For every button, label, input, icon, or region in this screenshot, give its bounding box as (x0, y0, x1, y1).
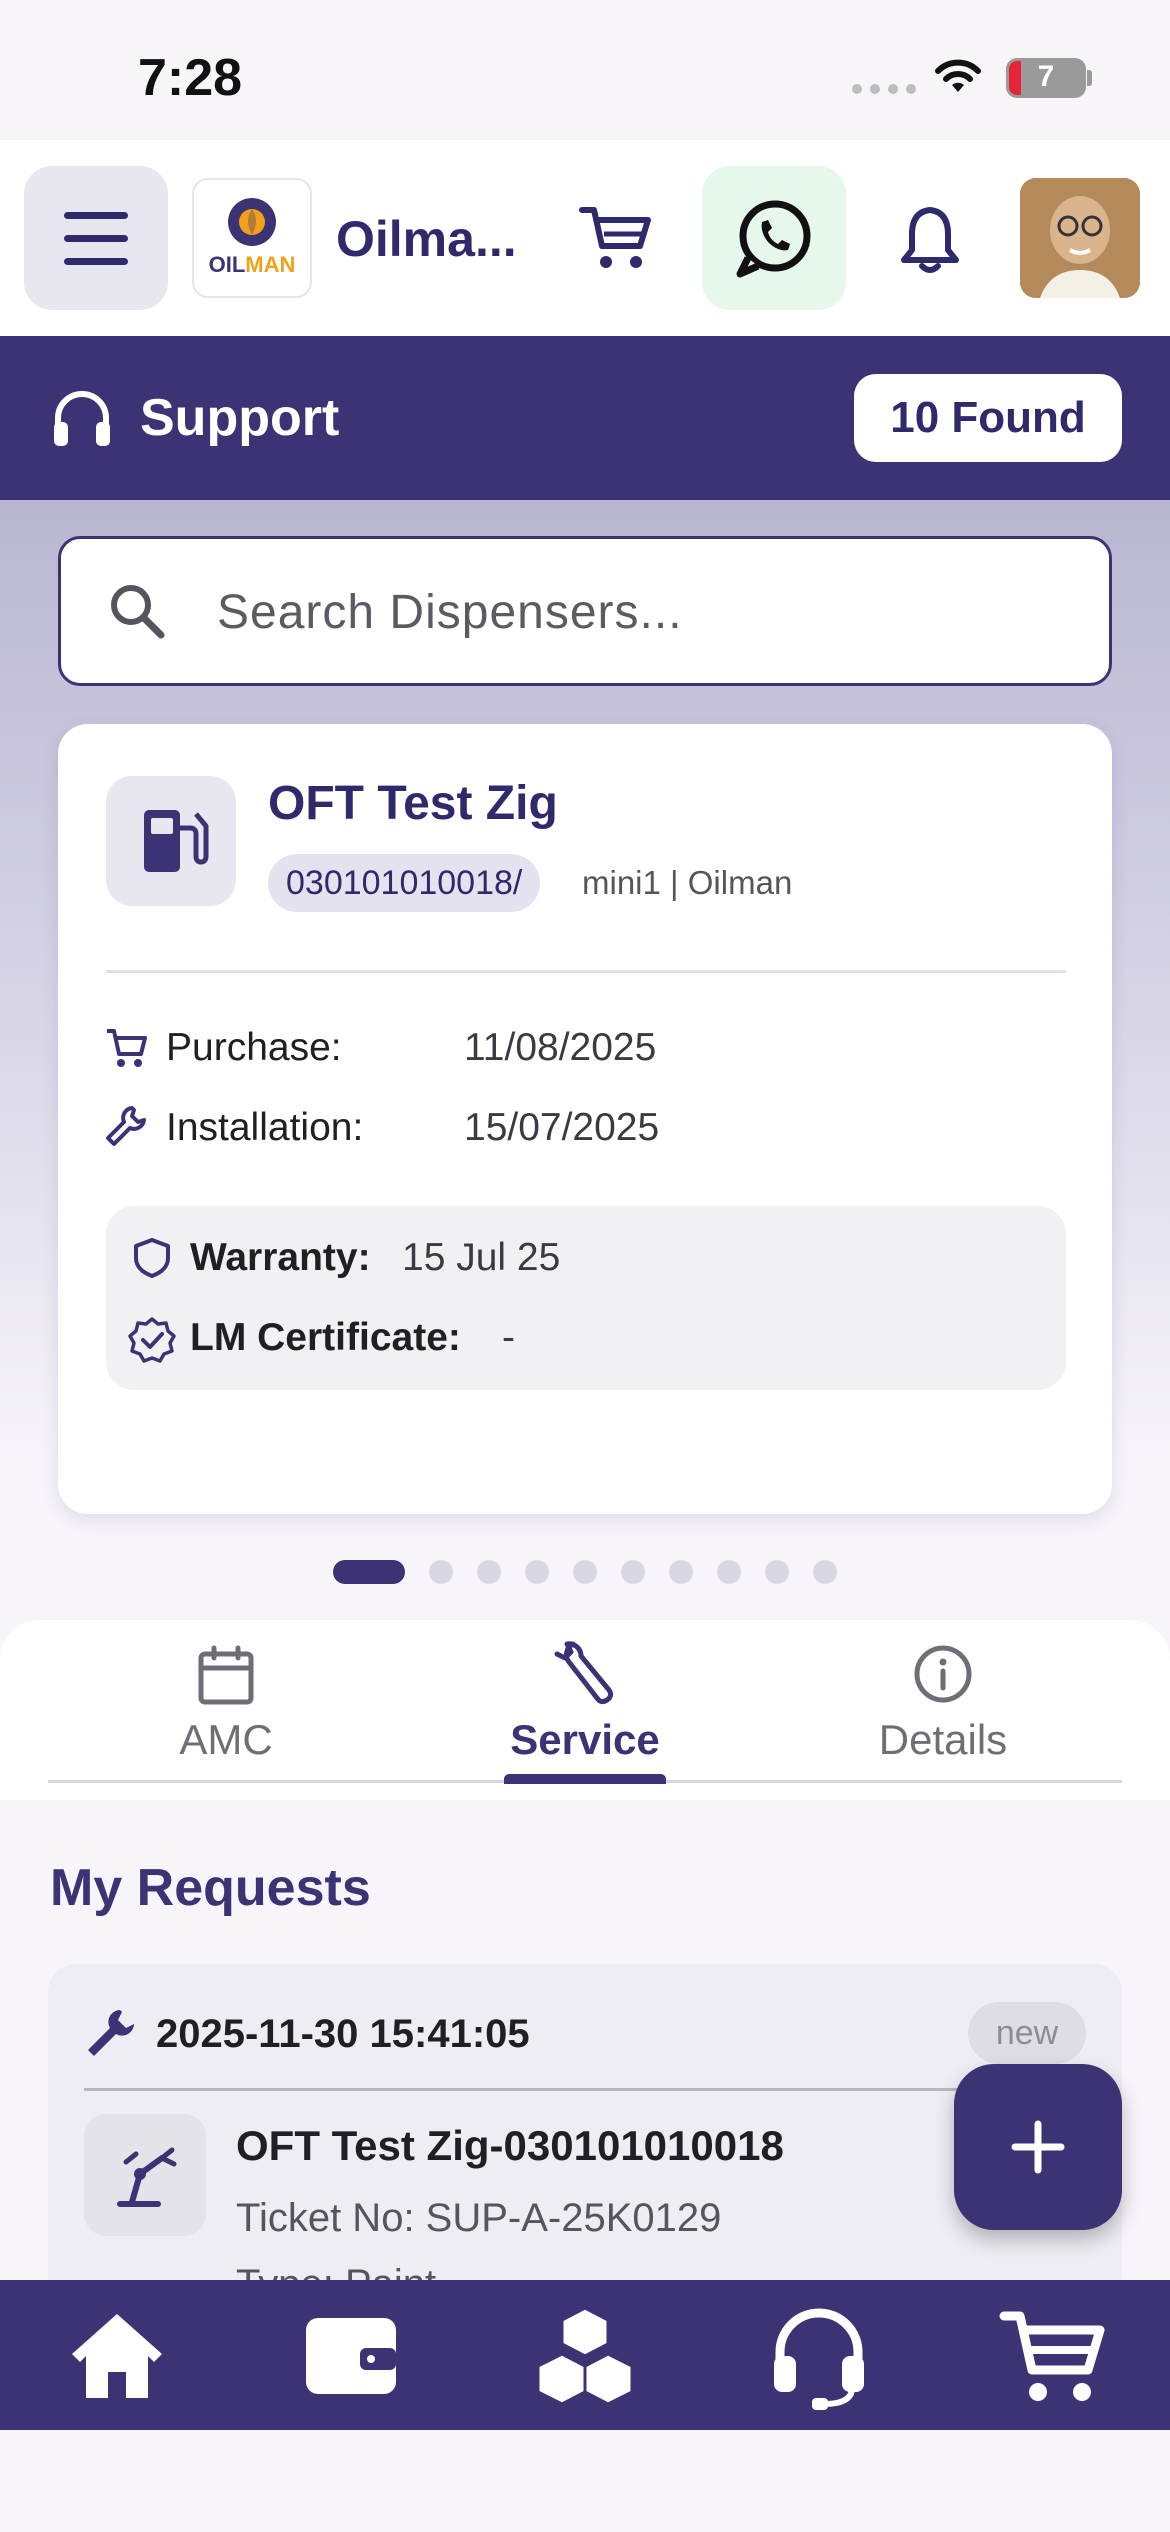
tab-details-label: Details (878, 1716, 1008, 1763)
carousel-pager[interactable] (0, 1560, 1170, 1584)
pager-dot[interactable] (333, 1560, 405, 1584)
lm-certificate-label: LM Certificate: (190, 1316, 461, 1359)
my-requests-title: My Requests (50, 1859, 371, 1917)
purchase-cart-icon (107, 1029, 147, 1067)
cellular-signal-icon (852, 84, 916, 94)
fuel-pump-icon (144, 810, 209, 872)
cart-icon (999, 2311, 1105, 2401)
add-request-button[interactable] (954, 2064, 1122, 2230)
plus-icon (1011, 2120, 1065, 2174)
user-avatar[interactable] (1020, 178, 1140, 298)
headset-icon (54, 391, 110, 446)
tab-service[interactable]: Service (405, 1640, 765, 1780)
menu-button[interactable] (24, 166, 168, 310)
request-ticket: Ticket No: SUP-A-25K0129 (236, 2196, 722, 2240)
pager-dot[interactable] (477, 1560, 501, 1584)
support-title: Support (140, 389, 340, 447)
whatsapp-button[interactable] (702, 166, 846, 310)
active-tab-indicator (504, 1774, 666, 1784)
tab-details[interactable]: Details (763, 1640, 1123, 1780)
brand-name: Oilma... (336, 211, 517, 267)
home-icon (72, 2314, 162, 2398)
wallet-icon (306, 2318, 396, 2394)
pager-dot[interactable] (765, 1560, 789, 1584)
pager-dot[interactable] (525, 1560, 549, 1584)
nav-home[interactable] (62, 2300, 172, 2410)
boxes-icon (536, 2306, 634, 2406)
avatar-image (1020, 178, 1140, 298)
headset-icon (774, 2308, 864, 2410)
tab-amc-label: AMC (179, 1716, 273, 1763)
tab-amc[interactable]: AMC (46, 1640, 406, 1780)
nav-cart[interactable] (998, 2300, 1108, 2410)
request-datetime: 2025-11-30 15:41:05 (156, 2012, 530, 2056)
purchase-label: Purchase: (166, 1026, 342, 1069)
pager-dot[interactable] (669, 1560, 693, 1584)
dispenser-name: OFT Test Zig (268, 777, 558, 830)
shield-icon (134, 1238, 170, 1278)
installation-label: Installation: (166, 1106, 364, 1149)
card-divider (106, 970, 1066, 973)
request-icon-box (84, 2114, 206, 2236)
pager-dot[interactable] (717, 1560, 741, 1584)
brand-logo[interactable]: OILMAN (192, 178, 312, 298)
wifi-icon (935, 59, 981, 92)
results-count-badge: 10 Found (854, 374, 1122, 462)
request-divider (84, 2088, 1084, 2091)
dispenser-model: mini1 | Oilman (582, 864, 793, 901)
wrench-icon (554, 1641, 614, 1705)
pager-dot[interactable] (573, 1560, 597, 1584)
whatsapp-icon (736, 200, 811, 278)
search-box (58, 536, 1112, 686)
oilman-logo-icon: OILMAN (209, 198, 296, 277)
request-title: OFT Test Zig-030101010018 (236, 2122, 784, 2169)
battery-tip (1087, 70, 1092, 86)
cart-icon[interactable] (578, 204, 654, 272)
nav-products[interactable] (530, 2300, 640, 2410)
info-icon (914, 1645, 972, 1703)
home-indicator-area (0, 2430, 1170, 2532)
warranty-box (106, 1206, 1066, 1390)
battery-icon: 7 (1006, 58, 1086, 98)
request-wrench-icon (88, 2010, 134, 2056)
warranty-label: Warranty: (190, 1236, 371, 1279)
pager-dot[interactable] (621, 1560, 645, 1584)
warranty-value: 15 Jul 25 (402, 1236, 561, 1279)
hamburger-icon (64, 212, 128, 265)
status-time: 7:28 (138, 49, 243, 107)
status-badge: new (968, 2002, 1086, 2064)
dispenser-icon-box (106, 776, 236, 906)
nav-wallet[interactable] (296, 2300, 406, 2410)
robot-arm-icon (117, 2147, 177, 2207)
calendar-icon (198, 1645, 254, 1705)
svg-text:OILMAN: OILMAN (209, 252, 296, 277)
purchase-date: 11/08/2025 (464, 1026, 657, 1069)
pager-dot[interactable] (813, 1560, 837, 1584)
dispenser-serial: 030101010018/ (268, 854, 541, 912)
search-icon (111, 585, 165, 639)
nav-support[interactable] (764, 2300, 874, 2410)
search-input[interactable] (217, 569, 1077, 655)
verified-badge-icon (128, 1317, 176, 1363)
installation-date: 15/07/2025 (464, 1106, 660, 1149)
installation-wrench-icon (106, 1106, 146, 1146)
lm-certificate-value: - (502, 1316, 515, 1359)
pager-dot[interactable] (429, 1560, 453, 1584)
tab-service-label: Service (510, 1716, 660, 1763)
notification-bell-icon[interactable] (898, 204, 962, 276)
